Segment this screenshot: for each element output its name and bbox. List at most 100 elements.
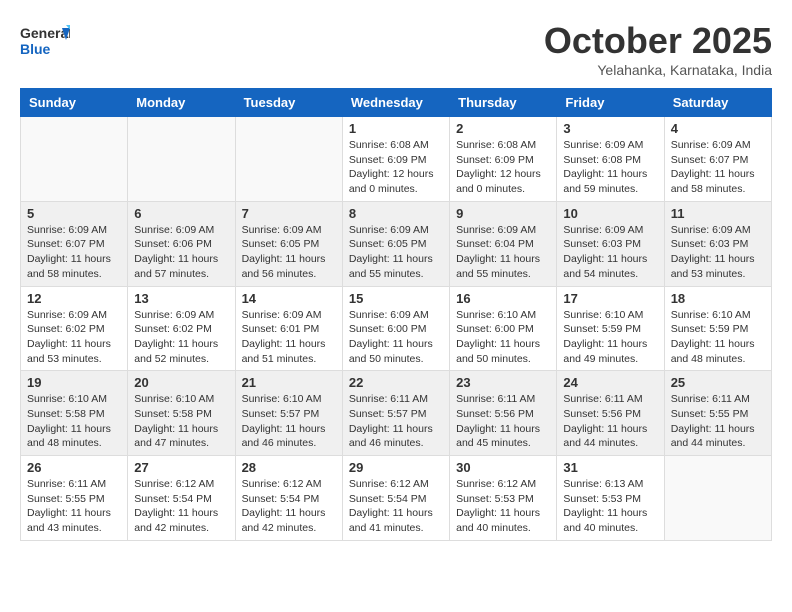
calendar-day-30: 30 Sunrise: 6:12 AMSunset: 5:53 PMDayligh… — [450, 456, 557, 541]
day-number: 1 — [349, 121, 443, 136]
day-number: 31 — [563, 460, 657, 475]
svg-text:Blue: Blue — [20, 41, 51, 57]
day-number: 12 — [27, 291, 121, 306]
calendar-day-22: 22 Sunrise: 6:11 AMSunset: 5:57 PMDayligh… — [342, 371, 449, 456]
calendar-empty-cell — [664, 456, 771, 541]
calendar-header-saturday: Saturday — [664, 89, 771, 117]
day-number: 24 — [563, 375, 657, 390]
calendar-day-18: 18 Sunrise: 6:10 AMSunset: 5:59 PMDayligh… — [664, 286, 771, 371]
day-number: 27 — [134, 460, 228, 475]
day-number: 19 — [27, 375, 121, 390]
day-info: Sunrise: 6:09 AMSunset: 6:01 PMDaylight:… — [242, 308, 336, 367]
calendar-week-row: 5 Sunrise: 6:09 AMSunset: 6:07 PMDaylight… — [21, 201, 772, 286]
day-info: Sunrise: 6:09 AMSunset: 6:03 PMDaylight:… — [563, 223, 657, 282]
day-number: 8 — [349, 206, 443, 221]
svg-text:General: General — [20, 25, 70, 41]
day-info: Sunrise: 6:09 AMSunset: 6:00 PMDaylight:… — [349, 308, 443, 367]
day-number: 30 — [456, 460, 550, 475]
day-info: Sunrise: 6:09 AMSunset: 6:07 PMDaylight:… — [671, 138, 765, 197]
day-info: Sunrise: 6:11 AMSunset: 5:55 PMDaylight:… — [27, 477, 121, 536]
calendar-header-thursday: Thursday — [450, 89, 557, 117]
calendar-day-19: 19 Sunrise: 6:10 AMSunset: 5:58 PMDayligh… — [21, 371, 128, 456]
calendar-day-5: 5 Sunrise: 6:09 AMSunset: 6:07 PMDaylight… — [21, 201, 128, 286]
day-number: 5 — [27, 206, 121, 221]
day-number: 16 — [456, 291, 550, 306]
calendar-header-tuesday: Tuesday — [235, 89, 342, 117]
calendar-day-13: 13Sunrise: 6:09 AMSunset: 6:02 PMDayligh… — [128, 286, 235, 371]
calendar-day-20: 20Sunrise: 6:10 AMSunset: 5:58 PMDayligh… — [128, 371, 235, 456]
calendar-day-27: 27 Sunrise: 6:12 AMSunset: 5:54 PMDayligh… — [128, 456, 235, 541]
day-info: Sunrise: 6:12 AMSunset: 5:53 PMDaylight:… — [456, 477, 550, 536]
day-info: Sunrise: 6:09 AMSunset: 6:03 PMDaylight:… — [671, 223, 765, 282]
calendar-week-row: 19 Sunrise: 6:10 AMSunset: 5:58 PMDayligh… — [21, 371, 772, 456]
calendar-day-2: 2Sunrise: 6:08 AMSunset: 6:09 PMDaylight… — [450, 117, 557, 202]
day-number: 20 — [134, 375, 228, 390]
day-number: 11 — [671, 206, 765, 221]
calendar-day-15: 15Sunrise: 6:09 AMSunset: 6:00 PMDayligh… — [342, 286, 449, 371]
day-info: Sunrise: 6:10 AMSunset: 5:59 PMDaylight:… — [671, 308, 765, 367]
calendar-day-25: 25Sunrise: 6:11 AMSunset: 5:55 PMDayligh… — [664, 371, 771, 456]
day-info: Sunrise: 6:12 AMSunset: 5:54 PMDaylight:… — [242, 477, 336, 536]
calendar-day-21: 21 Sunrise: 6:10 AMSunset: 5:57 PMDayligh… — [235, 371, 342, 456]
day-info: Sunrise: 6:10 AMSunset: 5:58 PMDaylight:… — [27, 392, 121, 451]
calendar-header-sunday: Sunday — [21, 89, 128, 117]
calendar-empty-cell — [21, 117, 128, 202]
calendar-header-friday: Friday — [557, 89, 664, 117]
calendar-day-28: 28 Sunrise: 6:12 AMSunset: 5:54 PMDayligh… — [235, 456, 342, 541]
day-number: 23 — [456, 375, 550, 390]
day-info: Sunrise: 6:11 AMSunset: 5:56 PMDaylight:… — [456, 392, 550, 451]
calendar-day-24: 24 Sunrise: 6:11 AMSunset: 5:56 PMDayligh… — [557, 371, 664, 456]
calendar-day-4: 4 Sunrise: 6:09 AMSunset: 6:07 PMDaylight… — [664, 117, 771, 202]
calendar-week-row: 26 Sunrise: 6:11 AMSunset: 5:55 PMDayligh… — [21, 456, 772, 541]
day-number: 3 — [563, 121, 657, 136]
day-number: 4 — [671, 121, 765, 136]
day-info: Sunrise: 6:08 AMSunset: 6:09 PMDaylight:… — [349, 138, 443, 197]
calendar-day-17: 17Sunrise: 6:10 AMSunset: 5:59 PMDayligh… — [557, 286, 664, 371]
calendar-week-row: 1 Sunrise: 6:08 AMSunset: 6:09 PMDaylight… — [21, 117, 772, 202]
day-info: Sunrise: 6:09 AMSunset: 6:05 PMDaylight:… — [242, 223, 336, 282]
day-number: 17 — [563, 291, 657, 306]
day-info: Sunrise: 6:09 AMSunset: 6:02 PMDaylight:… — [134, 308, 228, 367]
logo-image: General Blue — [20, 20, 70, 70]
day-info: Sunrise: 6:09 AMSunset: 6:05 PMDaylight:… — [349, 223, 443, 282]
calendar-day-8: 8 Sunrise: 6:09 AMSunset: 6:05 PMDaylight… — [342, 201, 449, 286]
day-number: 7 — [242, 206, 336, 221]
day-number: 10 — [563, 206, 657, 221]
calendar-day-1: 1 Sunrise: 6:08 AMSunset: 6:09 PMDaylight… — [342, 117, 449, 202]
page-header: General Blue October 2025 Yelahanka, Kar… — [20, 20, 772, 78]
day-info: Sunrise: 6:09 AMSunset: 6:02 PMDaylight:… — [27, 308, 121, 367]
day-info: Sunrise: 6:12 AMSunset: 5:54 PMDaylight:… — [134, 477, 228, 536]
calendar-day-16: 16Sunrise: 6:10 AMSunset: 6:00 PMDayligh… — [450, 286, 557, 371]
day-info: Sunrise: 6:08 AMSunset: 6:09 PMDaylight:… — [456, 138, 550, 197]
title-area: October 2025 Yelahanka, Karnataka, India — [544, 20, 772, 78]
day-info: Sunrise: 6:09 AMSunset: 6:06 PMDaylight:… — [134, 223, 228, 282]
calendar-day-14: 14 Sunrise: 6:09 AMSunset: 6:01 PMDayligh… — [235, 286, 342, 371]
calendar-day-6: 6Sunrise: 6:09 AMSunset: 6:06 PMDaylight… — [128, 201, 235, 286]
day-number: 18 — [671, 291, 765, 306]
calendar-day-12: 12 Sunrise: 6:09 AMSunset: 6:02 PMDayligh… — [21, 286, 128, 371]
day-number: 22 — [349, 375, 443, 390]
day-number: 28 — [242, 460, 336, 475]
calendar-header-monday: Monday — [128, 89, 235, 117]
calendar-day-31: 31 Sunrise: 6:13 AMSunset: 5:53 PMDayligh… — [557, 456, 664, 541]
calendar-day-7: 7 Sunrise: 6:09 AMSunset: 6:05 PMDaylight… — [235, 201, 342, 286]
day-info: Sunrise: 6:13 AMSunset: 5:53 PMDaylight:… — [563, 477, 657, 536]
day-info: Sunrise: 6:12 AMSunset: 5:54 PMDaylight:… — [349, 477, 443, 536]
calendar-header-wednesday: Wednesday — [342, 89, 449, 117]
day-number: 14 — [242, 291, 336, 306]
calendar-day-26: 26 Sunrise: 6:11 AMSunset: 5:55 PMDayligh… — [21, 456, 128, 541]
day-number: 26 — [27, 460, 121, 475]
month-title: October 2025 — [544, 20, 772, 62]
day-info: Sunrise: 6:11 AMSunset: 5:57 PMDaylight:… — [349, 392, 443, 451]
day-info: Sunrise: 6:10 AMSunset: 5:57 PMDaylight:… — [242, 392, 336, 451]
day-number: 21 — [242, 375, 336, 390]
calendar-day-3: 3 Sunrise: 6:09 AMSunset: 6:08 PMDaylight… — [557, 117, 664, 202]
day-info: Sunrise: 6:11 AMSunset: 5:55 PMDaylight:… — [671, 392, 765, 451]
day-info: Sunrise: 6:09 AMSunset: 6:04 PMDaylight:… — [456, 223, 550, 282]
day-info: Sunrise: 6:11 AMSunset: 5:56 PMDaylight:… — [563, 392, 657, 451]
logo: General Blue — [20, 20, 70, 70]
day-number: 9 — [456, 206, 550, 221]
calendar-empty-cell — [128, 117, 235, 202]
day-info: Sunrise: 6:09 AMSunset: 6:08 PMDaylight:… — [563, 138, 657, 197]
day-info: Sunrise: 6:09 AMSunset: 6:07 PMDaylight:… — [27, 223, 121, 282]
